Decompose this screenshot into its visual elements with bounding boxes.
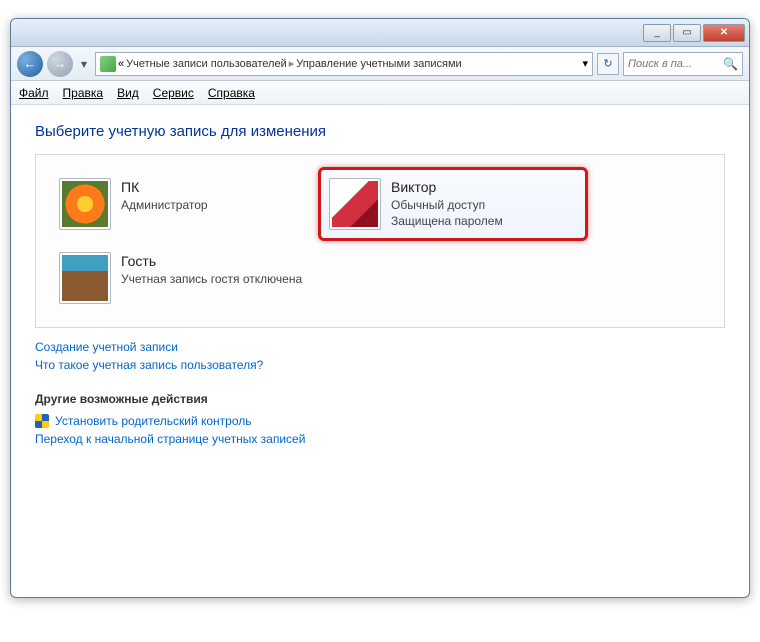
account-info: ПК Администратор — [121, 178, 208, 213]
account-name: Гость — [121, 252, 302, 271]
back-button[interactable]: ← — [17, 51, 43, 77]
history-dropdown[interactable]: ▾ — [77, 57, 91, 71]
menu-help[interactable]: Справка — [208, 86, 255, 100]
other-actions-heading: Другие возможные действия — [35, 392, 725, 406]
content-area: Выберите учетную запись для изменения ПК… — [11, 105, 749, 468]
address-bar[interactable]: « Учетные записи пользователей ▸ Управле… — [95, 52, 593, 76]
breadcrumb-manage[interactable]: Управление учетными записями — [296, 58, 461, 70]
location-icon — [100, 56, 116, 72]
navigation-bar: ← → ▾ « Учетные записи пользователей ▸ У… — [11, 47, 749, 81]
search-icon: 🔍 — [723, 57, 738, 71]
link-parental-controls-text: Установить родительский контроль — [55, 414, 252, 428]
link-accounts-home-text: Переход к начальной странице учетных зап… — [35, 432, 305, 446]
account-password-status: Защищена паролем — [391, 213, 503, 229]
account-viktor[interactable]: Виктор Обычный доступ Защищена паролем — [318, 167, 588, 241]
account-guest[interactable]: Гость Учетная запись гостя отключена — [48, 241, 318, 315]
shield-icon — [35, 414, 49, 428]
titlebar: _ ▭ ✕ — [11, 19, 749, 47]
avatar — [59, 252, 111, 304]
breadcrumb-accounts[interactable]: Учетные записи пользователей — [126, 58, 287, 70]
menu-tools[interactable]: Сервис — [153, 86, 194, 100]
search-box[interactable]: 🔍 — [623, 52, 743, 76]
accounts-container: ПК Администратор Виктор Обычный доступ З… — [35, 154, 725, 328]
origami-icon — [332, 181, 378, 227]
account-links: Создание учетной записи Что такое учетна… — [35, 340, 725, 372]
account-type: Обычный доступ — [391, 197, 503, 213]
menu-bar: Файл Правка Вид Сервис Справка — [11, 81, 749, 105]
breadcrumb-separator: ▸ — [289, 57, 295, 70]
account-info: Виктор Обычный доступ Защищена паролем — [391, 178, 503, 229]
link-what-is-account[interactable]: Что такое учетная запись пользователя? — [35, 358, 725, 372]
link-accounts-home[interactable]: Переход к начальной странице учетных зап… — [35, 432, 725, 446]
link-parental-controls[interactable]: Установить родительский контроль — [35, 414, 725, 428]
control-panel-window: _ ▭ ✕ ← → ▾ « Учетные записи пользовател… — [10, 18, 750, 598]
account-pk[interactable]: ПК Администратор — [48, 167, 318, 241]
refresh-button[interactable]: ↻ — [597, 53, 619, 75]
suitcase-icon — [62, 255, 108, 301]
address-dropdown-icon[interactable]: ▾ — [582, 57, 588, 70]
account-status: Учетная запись гостя отключена — [121, 271, 302, 287]
avatar — [59, 178, 111, 230]
account-info: Гость Учетная запись гостя отключена — [121, 252, 302, 287]
forward-button[interactable]: → — [47, 51, 73, 77]
page-heading: Выберите учетную запись для изменения — [35, 123, 725, 140]
search-input[interactable] — [628, 58, 723, 70]
link-create-account[interactable]: Создание учетной записи — [35, 340, 725, 354]
crumb-prefix: « — [118, 58, 124, 70]
close-button[interactable]: ✕ — [703, 24, 745, 42]
menu-edit[interactable]: Правка — [63, 86, 104, 100]
account-name: ПК — [121, 178, 208, 197]
maximize-button[interactable]: ▭ — [673, 24, 701, 42]
menu-file[interactable]: Файл — [19, 86, 49, 100]
avatar — [329, 178, 381, 230]
minimize-button[interactable]: _ — [643, 24, 671, 42]
account-type: Администратор — [121, 197, 208, 213]
menu-view[interactable]: Вид — [117, 86, 139, 100]
flower-icon — [62, 181, 108, 227]
account-name: Виктор — [391, 178, 503, 197]
